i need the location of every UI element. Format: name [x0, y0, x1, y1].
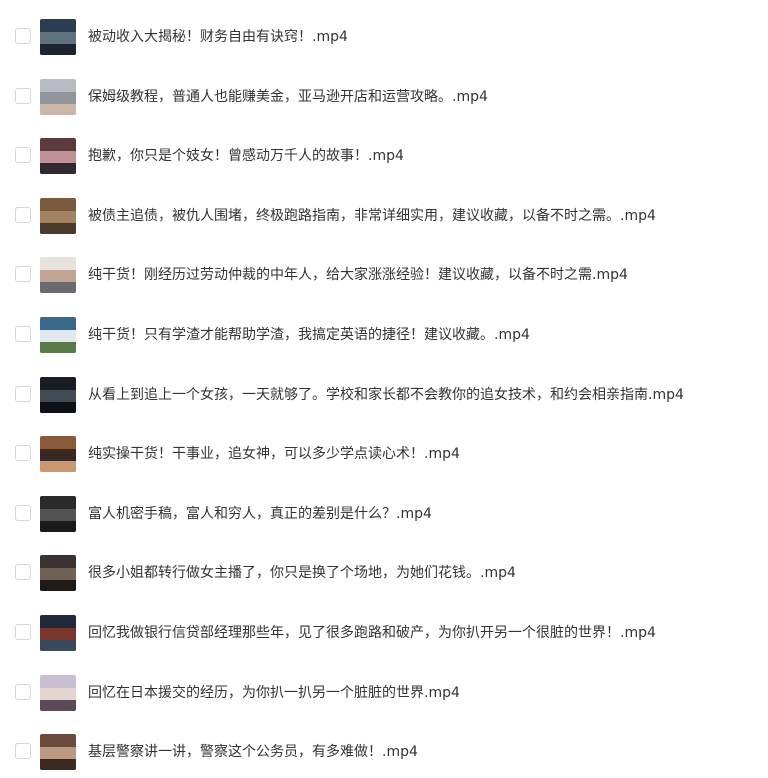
file-name[interactable]: 被动收入大揭秘！财务自由有诀窍！.mp4: [88, 27, 348, 47]
row-checkbox[interactable]: [15, 445, 31, 461]
file-row[interactable]: 被动收入大揭秘！财务自由有诀窍！.mp4: [0, 17, 768, 57]
thumbnail-band: [40, 91, 76, 105]
video-thumbnail[interactable]: [40, 734, 76, 770]
video-thumbnail[interactable]: [40, 675, 76, 711]
row-checkbox[interactable]: [15, 147, 31, 163]
row-checkbox[interactable]: [15, 266, 31, 282]
video-thumbnail[interactable]: [40, 436, 76, 472]
video-thumbnail[interactable]: [40, 19, 76, 55]
row-checkbox[interactable]: [15, 684, 31, 700]
file-name[interactable]: 富人机密手稿，富人和穷人，真正的差别是什么？.mp4: [88, 504, 432, 524]
file-row[interactable]: 抱歉，你只是个妓女！曾感动万千人的故事！.mp4: [0, 136, 768, 176]
video-thumbnail[interactable]: [40, 79, 76, 115]
file-row[interactable]: 从看上到追上一个女孩，一天就够了。学校和家长都不会教你的追女技术，和约会相亲指南…: [0, 375, 768, 415]
thumbnail-band: [40, 448, 76, 462]
file-list: 被动收入大揭秘！财务自由有诀窍！.mp4 保姆级教程，普通人也能赚美金，亚马逊开店…: [0, 0, 768, 778]
row-checkbox[interactable]: [15, 207, 31, 223]
file-name[interactable]: 从看上到追上一个女孩，一天就够了。学校和家长都不会教你的追女技术，和约会相亲指南…: [88, 385, 684, 405]
thumbnail-band: [40, 508, 76, 522]
row-checkbox[interactable]: [15, 505, 31, 521]
file-row[interactable]: 纯干货！只有学渣才能帮助学渣，我搞定英语的捷径！建议收藏。.mp4: [0, 315, 768, 355]
thumbnail-band: [40, 640, 76, 651]
thumbnail-band: [40, 329, 76, 343]
video-thumbnail[interactable]: [40, 377, 76, 413]
thumbnail-band: [40, 746, 76, 760]
file-row[interactable]: 回忆在日本援交的经历，为你扒一扒另一个脏脏的世界.mp4: [0, 673, 768, 713]
thumbnail-band: [40, 223, 76, 234]
file-name[interactable]: 抱歉，你只是个妓女！曾感动万千人的故事！.mp4: [88, 146, 404, 166]
thumbnail-band: [40, 163, 76, 174]
file-row[interactable]: 被债主追债，被仇人围堵，终极跑路指南，非常详细实用，建议收藏，以备不时之需。.m…: [0, 196, 768, 236]
file-name[interactable]: 被债主追债，被仇人围堵，终极跑路指南，非常详细实用，建议收藏，以备不时之需。.m…: [88, 206, 656, 226]
file-row[interactable]: 富人机密手稿，富人和穷人，真正的差别是什么？.mp4: [0, 494, 768, 534]
row-checkbox[interactable]: [15, 564, 31, 580]
file-name[interactable]: 回忆在日本援交的经历，为你扒一扒另一个脏脏的世界.mp4: [88, 683, 460, 703]
thumbnail-band: [40, 269, 76, 283]
thumbnail-band: [40, 342, 76, 353]
video-thumbnail[interactable]: [40, 198, 76, 234]
row-checkbox[interactable]: [15, 386, 31, 402]
video-thumbnail[interactable]: [40, 555, 76, 591]
file-row[interactable]: 回忆我做银行信贷部经理那些年，见了很多跑路和破产，为你扒开另一个很脏的世界！.m…: [0, 613, 768, 653]
thumbnail-band: [40, 687, 76, 701]
file-row[interactable]: 纯干货！刚经历过劳动仲裁的中年人，给大家涨涨经验！建议收藏，以备不时之需.mp4: [0, 255, 768, 295]
thumbnail-band: [40, 402, 76, 413]
thumbnail-band: [40, 389, 76, 403]
video-thumbnail[interactable]: [40, 496, 76, 532]
file-row[interactable]: 很多小姐都转行做女主播了，你只是换了个场地，为她们花钱。.mp4: [0, 553, 768, 593]
thumbnail-band: [40, 580, 76, 591]
row-checkbox[interactable]: [15, 624, 31, 640]
file-name[interactable]: 很多小姐都转行做女主播了，你只是换了个场地，为她们花钱。.mp4: [88, 563, 516, 583]
file-row[interactable]: 基层警察讲一讲，警察这个公务员，有多难做！.mp4: [0, 732, 768, 772]
thumbnail-band: [40, 567, 76, 581]
thumbnail-band: [40, 282, 76, 293]
video-thumbnail[interactable]: [40, 257, 76, 293]
thumbnail-band: [40, 210, 76, 224]
row-checkbox[interactable]: [15, 88, 31, 104]
video-thumbnail[interactable]: [40, 615, 76, 651]
file-name[interactable]: 基层警察讲一讲，警察这个公务员，有多难做！.mp4: [88, 742, 418, 762]
file-name[interactable]: 纯干货！只有学渣才能帮助学渣，我搞定英语的捷径！建议收藏。.mp4: [88, 325, 530, 345]
thumbnail-band: [40, 104, 76, 115]
video-thumbnail[interactable]: [40, 317, 76, 353]
thumbnail-band: [40, 700, 76, 711]
file-row[interactable]: 纯实操干货！干事业，追女神，可以多少学点读心术！.mp4: [0, 434, 768, 474]
thumbnail-band: [40, 627, 76, 641]
thumbnail-band: [40, 150, 76, 164]
thumbnail-band: [40, 461, 76, 472]
thumbnail-band: [40, 759, 76, 770]
video-thumbnail[interactable]: [40, 138, 76, 174]
thumbnail-band: [40, 44, 76, 55]
thumbnail-band: [40, 521, 76, 532]
thumbnail-band: [40, 31, 76, 45]
file-name[interactable]: 回忆我做银行信贷部经理那些年，见了很多跑路和破产，为你扒开另一个很脏的世界！.m…: [88, 623, 656, 643]
file-name[interactable]: 纯实操干货！干事业，追女神，可以多少学点读心术！.mp4: [88, 444, 460, 464]
row-checkbox[interactable]: [15, 326, 31, 342]
file-name[interactable]: 保姆级教程，普通人也能赚美金，亚马逊开店和运营攻略。.mp4: [88, 87, 488, 107]
row-checkbox[interactable]: [15, 28, 31, 44]
file-row[interactable]: 保姆级教程，普通人也能赚美金，亚马逊开店和运营攻略。.mp4: [0, 77, 768, 117]
file-name[interactable]: 纯干货！刚经历过劳动仲裁的中年人，给大家涨涨经验！建议收藏，以备不时之需.mp4: [88, 265, 628, 285]
row-checkbox[interactable]: [15, 743, 31, 759]
